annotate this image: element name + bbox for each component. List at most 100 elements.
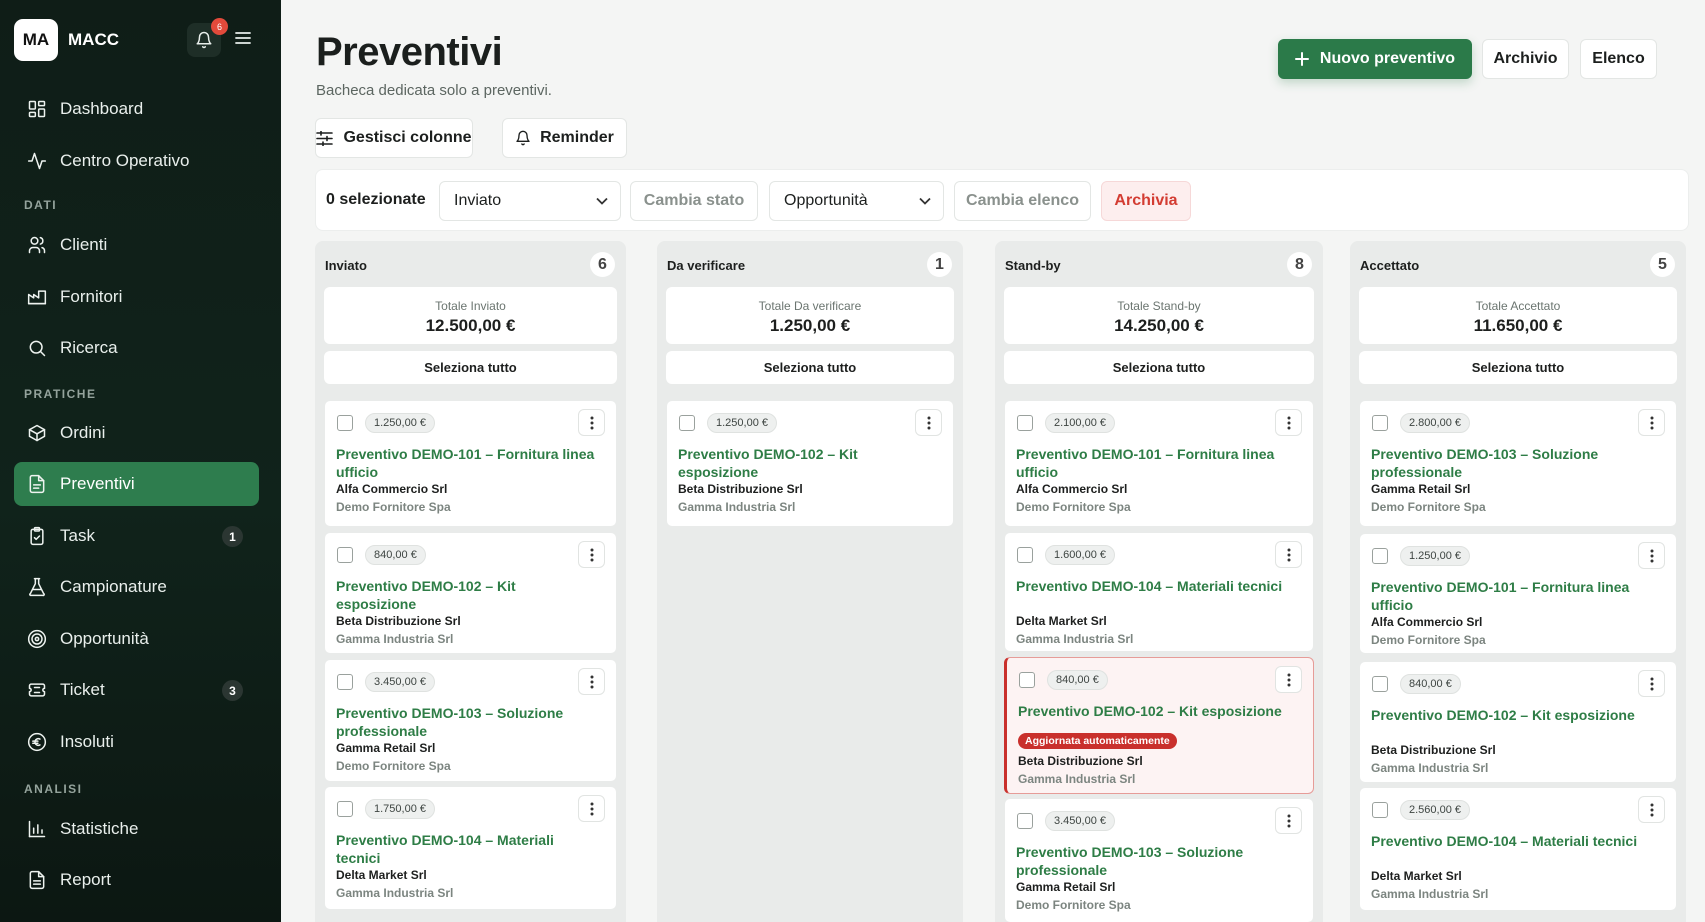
new-quote-button[interactable]: Nuovo preventivo [1278, 39, 1472, 79]
card-checkbox[interactable] [337, 801, 353, 817]
change-list-button[interactable]: Cambia elenco [954, 181, 1091, 221]
quote-card[interactable]: 1.250,00 € Preventivo DEMO-101 – Fornitur… [1359, 533, 1677, 654]
card-menu-button[interactable] [1638, 409, 1665, 436]
card-menu-button[interactable] [1275, 807, 1302, 834]
card-menu-button[interactable] [915, 409, 942, 436]
logo[interactable]: MA [14, 19, 58, 61]
quote-title[interactable]: Preventivo DEMO-103 – Soluzione professi… [1016, 843, 1293, 879]
card-checkbox[interactable] [1372, 676, 1388, 692]
quote-title[interactable]: Preventivo DEMO-101 – Fornitura linea uf… [1016, 445, 1293, 481]
supplier-name: Demo Fornitore Spa [1016, 500, 1131, 514]
card-checkbox[interactable] [1372, 802, 1388, 818]
supplier-name: Demo Fornitore Spa [336, 500, 451, 514]
quote-title[interactable]: Preventivo DEMO-104 – Materiali tecnici [1016, 577, 1293, 595]
status-select[interactable]: Inviato [439, 181, 621, 221]
quote-title[interactable]: Preventivo DEMO-102 – Kit esposizione [336, 577, 596, 613]
more-vertical-icon [1650, 677, 1653, 690]
client-name: Beta Distribuzione Srl [1371, 743, 1496, 757]
sidebar-item-task[interactable]: Task 1 [14, 514, 259, 558]
sidebar-item-statistiche[interactable]: Statistiche [14, 807, 259, 851]
supplier-name: Demo Fornitore Spa [1016, 898, 1131, 912]
card-menu-button[interactable] [578, 795, 605, 822]
sidebar-item-campionature[interactable]: Campionature [14, 565, 259, 609]
supplier-name: Gamma Industria Srl [336, 886, 454, 900]
quote-title[interactable]: Preventivo DEMO-102 – Kit esposizione [1018, 702, 1293, 720]
quote-title[interactable]: Preventivo DEMO-103 – Soluzione professi… [1371, 445, 1656, 481]
card-checkbox[interactable] [337, 674, 353, 690]
card-menu-button[interactable] [1638, 670, 1665, 697]
quote-title[interactable]: Preventivo DEMO-101 – Fornitura linea uf… [1371, 578, 1656, 614]
card-menu-button[interactable] [1275, 409, 1302, 436]
column-stand-by: Stand-by 8 Totale Stand-by 14.250,00 € Selez… [995, 241, 1323, 922]
sidebar-item-fornitori[interactable]: Fornitori [14, 275, 259, 319]
card-checkbox[interactable] [1372, 415, 1388, 431]
quote-card[interactable]: 1.600,00 € Preventivo DEMO-104 – Material… [1004, 532, 1314, 652]
card-menu-button[interactable] [1638, 796, 1665, 823]
sidebar-item-label: Preventivi [60, 474, 135, 493]
select-all-button[interactable]: Seleziona tutto [666, 351, 954, 384]
dashboard-icon [28, 100, 46, 118]
quote-card[interactable]: 840,00 € Preventivo DEMO-102 – Kit esposi… [1004, 657, 1314, 794]
select-all-button[interactable]: Seleziona tutto [1359, 351, 1677, 384]
sidebar-item-preventivi[interactable]: Preventivi [14, 462, 259, 506]
quote-card[interactable]: 1.750,00 € Preventivo DEMO-104 – Material… [324, 786, 617, 910]
quote-card[interactable]: 840,00 € Preventivo DEMO-102 – Kit esposi… [1359, 661, 1677, 783]
sidebar-item-clienti[interactable]: Clienti [14, 223, 259, 267]
quote-card[interactable]: 3.450,00 € Preventivo DEMO-103 – Soluzion… [324, 659, 617, 782]
quote-card[interactable]: 3.450,00 € Preventivo DEMO-103 – Soluzion… [1004, 798, 1314, 922]
column-total-label: Totale Accettato [1475, 299, 1561, 313]
sidebar-item-dashboard[interactable]: Dashboard [14, 87, 259, 131]
change-status-button[interactable]: Cambia stato [630, 181, 758, 221]
quote-card[interactable]: 2.800,00 € Preventivo DEMO-103 – Soluzion… [1359, 400, 1677, 527]
sidebar-item-ricerca[interactable]: Ricerca [14, 326, 259, 370]
card-checkbox[interactable] [337, 415, 353, 431]
quote-title[interactable]: Preventivo DEMO-104 – Materiali tecnici [1371, 832, 1656, 850]
card-checkbox[interactable] [1019, 672, 1035, 688]
sidebar-item-report[interactable]: Report [14, 858, 259, 902]
sidebar-item-centro-operativo[interactable]: Centro Operativo [14, 139, 259, 183]
supplier-name: Gamma Industria Srl [336, 632, 454, 646]
select-all-button[interactable]: Seleziona tutto [1004, 351, 1314, 384]
quote-card[interactable]: 2.560,00 € Preventivo DEMO-104 – Material… [1359, 787, 1677, 911]
quote-title[interactable]: Preventivo DEMO-102 – Kit esposizione [1371, 706, 1656, 724]
card-menu-button[interactable] [1638, 542, 1665, 569]
column-da-verificare: Da verificare 1 Totale Da verificare 1.250,… [657, 241, 963, 922]
card-checkbox[interactable] [1017, 813, 1033, 829]
card-checkbox[interactable] [1017, 547, 1033, 563]
more-vertical-icon [927, 416, 930, 429]
quote-card[interactable]: 2.100,00 € Preventivo DEMO-101 – Fornitur… [1004, 400, 1314, 527]
archive-selected-button[interactable]: Archivia [1101, 181, 1191, 221]
quote-title[interactable]: Preventivo DEMO-102 – Kit esposizione [678, 445, 933, 481]
supplier-name: Gamma Industria Srl [1018, 772, 1136, 786]
quote-title[interactable]: Preventivo DEMO-103 – Soluzione professi… [336, 704, 596, 740]
sidebar-item-ordini[interactable]: Ordini [14, 411, 259, 455]
quote-title[interactable]: Preventivo DEMO-101 – Fornitura linea uf… [336, 445, 596, 481]
list-view-button[interactable]: Elenco [1580, 39, 1657, 79]
sidebar-item-ticket[interactable]: Ticket 3 [14, 668, 259, 712]
main-content: Preventivi Bacheca dedicata solo a preve… [281, 0, 1705, 922]
client-name: Gamma Retail Srl [1016, 880, 1116, 894]
card-menu-button[interactable] [578, 668, 605, 695]
list-select[interactable]: Opportunità [769, 181, 944, 221]
card-menu-button[interactable] [1275, 666, 1302, 693]
sidebar-item-label: Report [60, 870, 112, 889]
card-menu-button[interactable] [578, 541, 605, 568]
quote-title[interactable]: Preventivo DEMO-104 – Materiali tecnici [336, 831, 596, 867]
quote-card[interactable]: 1.250,00 € Preventivo DEMO-102 – Kit espo… [666, 400, 954, 527]
archive-view-button[interactable]: Archivio [1482, 39, 1569, 79]
quote-card[interactable]: 840,00 € Preventivo DEMO-102 – Kit esposi… [324, 532, 617, 654]
card-checkbox[interactable] [679, 415, 695, 431]
card-checkbox[interactable] [1372, 548, 1388, 564]
card-menu-button[interactable] [1275, 541, 1302, 568]
sidebar-item-opportunit-[interactable]: Opportunità [14, 617, 259, 661]
hamburger-menu-icon[interactable] [234, 30, 252, 51]
card-menu-button[interactable] [578, 409, 605, 436]
card-checkbox[interactable] [1017, 415, 1033, 431]
quote-card[interactable]: 1.250,00 € Preventivo DEMO-101 – Fornitur… [324, 400, 617, 527]
sidebar-item-insoluti[interactable]: Insoluti [14, 720, 259, 764]
manage-columns-button[interactable]: Gestisci colonne [315, 118, 473, 158]
reminder-button[interactable]: Reminder [502, 118, 627, 158]
select-all-button[interactable]: Seleziona tutto [324, 351, 617, 384]
supplier-name: Demo Fornitore Spa [1371, 500, 1486, 514]
card-checkbox[interactable] [337, 547, 353, 563]
